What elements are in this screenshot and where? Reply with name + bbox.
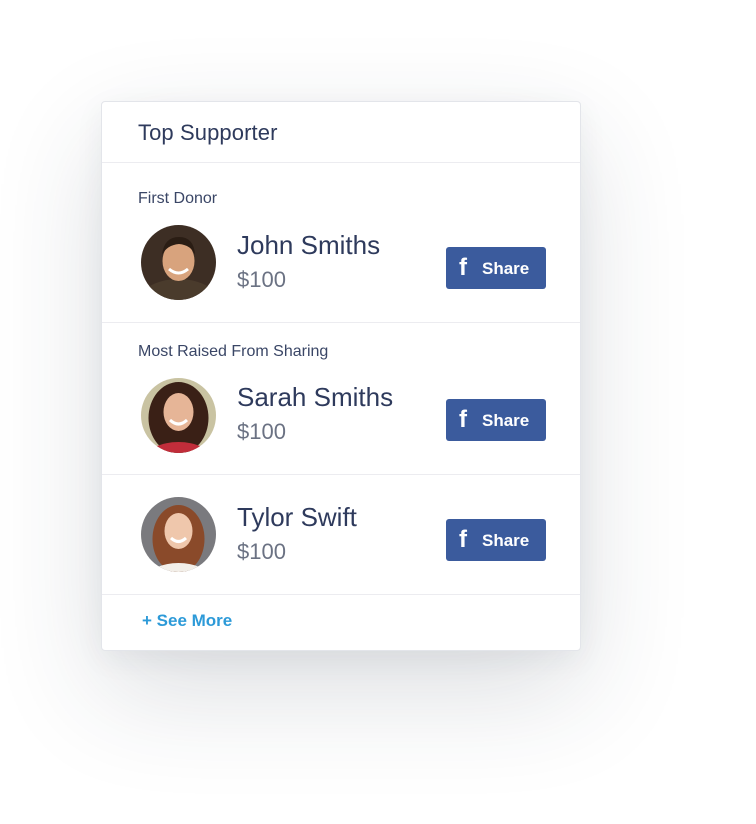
card-title: Top Supporter xyxy=(138,120,278,145)
facebook-icon: f xyxy=(459,526,467,553)
facebook-share-button[interactable]: f Share xyxy=(446,399,546,441)
facebook-share-button[interactable]: f Share xyxy=(446,247,546,289)
top-supporter-card: Top Supporter First Donor John Smiths $1… xyxy=(101,101,581,651)
share-button-label: Share xyxy=(482,531,530,550)
facebook-icon: f xyxy=(459,406,467,433)
supporter-section-first-donor: First Donor John Smiths $100 f Share xyxy=(102,163,580,323)
supporter-name: Tylor Swift xyxy=(237,502,357,532)
avatar xyxy=(141,497,216,572)
see-more-link[interactable]: + See More xyxy=(142,611,232,631)
share-button-label: Share xyxy=(482,411,530,430)
supporter-amount: $100 xyxy=(237,419,286,444)
supporter-section-third: Tylor Swift $100 f Share xyxy=(102,475,580,595)
section-label: First Donor xyxy=(138,190,218,207)
supporter-section-most-raised: Most Raised From Sharing Sarah Smiths $1… xyxy=(102,323,580,475)
section-label: Most Raised From Sharing xyxy=(138,343,329,360)
facebook-icon: f xyxy=(459,254,467,281)
avatar xyxy=(141,378,216,453)
avatar xyxy=(141,225,216,300)
share-button-label: Share xyxy=(482,259,530,278)
supporter-amount: $100 xyxy=(237,539,286,564)
supporter-name: Sarah Smiths xyxy=(237,382,394,412)
facebook-share-button[interactable]: f Share xyxy=(446,519,546,561)
supporter-name: John Smiths xyxy=(237,230,381,260)
supporter-amount: $100 xyxy=(237,267,286,292)
card-header: Top Supporter xyxy=(102,102,580,163)
